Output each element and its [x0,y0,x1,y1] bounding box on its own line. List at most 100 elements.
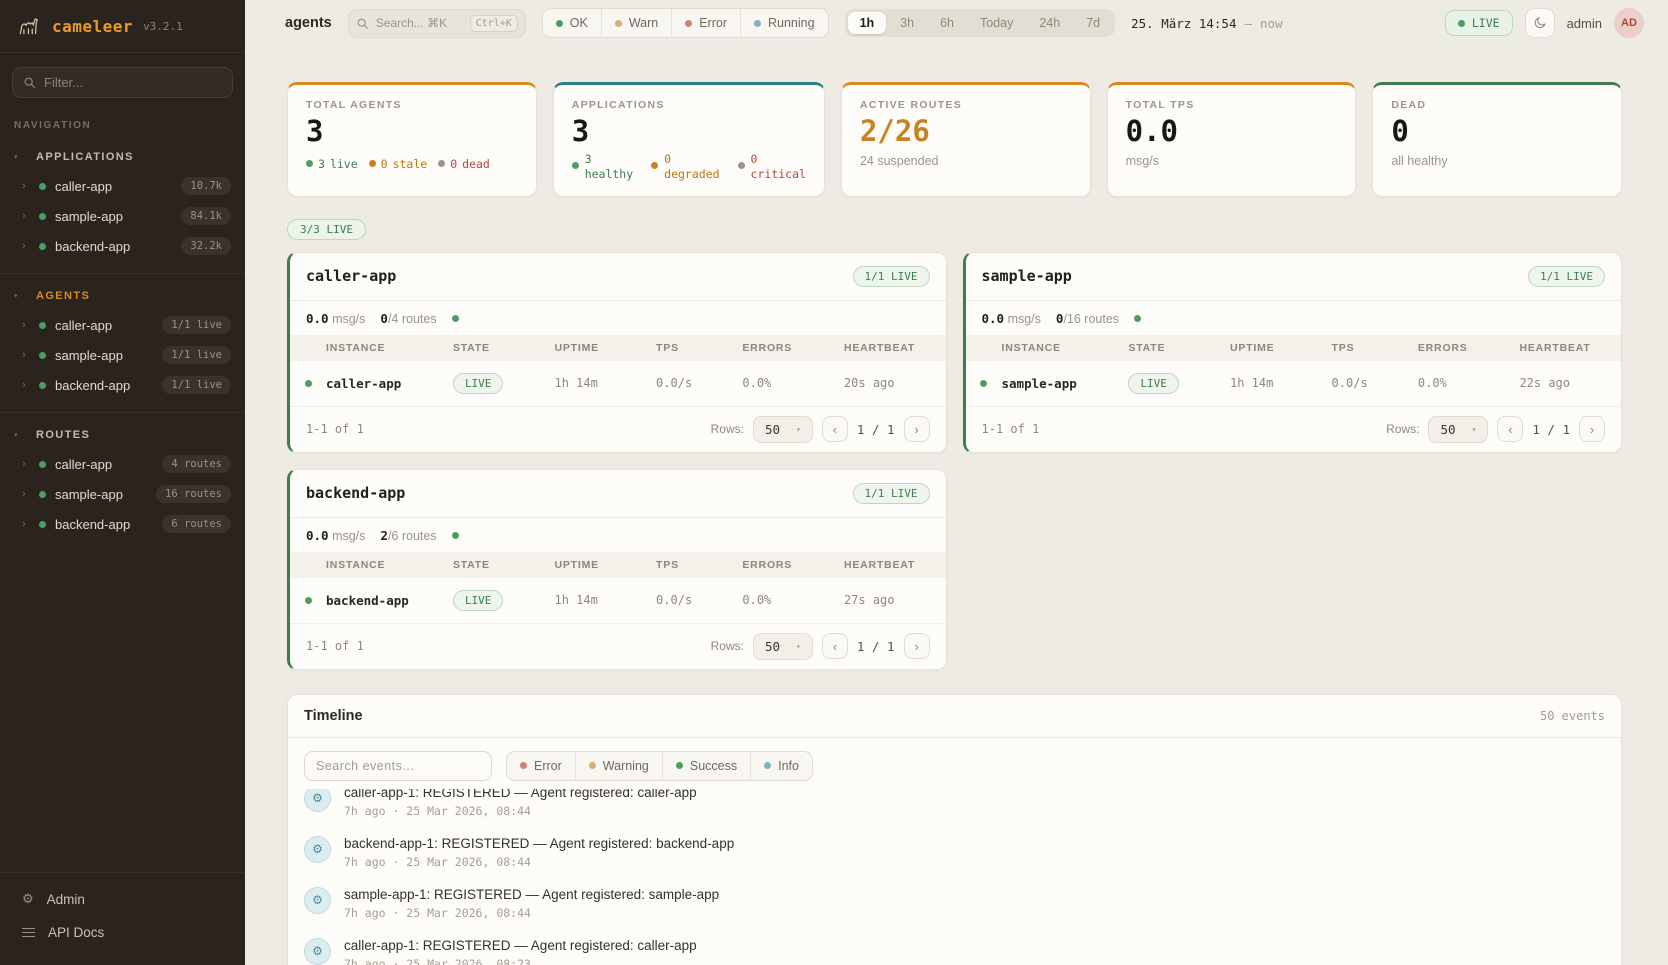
routes-active: 0 [380,311,388,326]
table-row[interactable]: backend-app LIVE 1h 14m 0.0/s 0.0% 27s a… [290,578,946,624]
app-stats-row: 0.0 msg/s 0/16 routes [966,301,1622,335]
timeline-event[interactable]: ⚙ backend-app-1: REGISTERED — Agent regi… [304,827,1605,878]
theme-toggle-button[interactable] [1525,8,1555,38]
global-search-input[interactable] [376,16,463,30]
section-header-agents[interactable]: ▾ AGENTS [0,284,245,310]
stat-cards-row: TOTAL AGENTS 3 3live 0stale 0dead APPLIC… [287,82,1622,197]
errors-value: 0.0% [1418,376,1520,390]
page-indicator: 1 / 1 [1532,422,1570,437]
filter-label: OK [570,16,588,30]
col-uptime: UPTIME [1230,342,1332,354]
routes-active: 2 [380,528,388,543]
rows-per-page-select[interactable]: 50▾ [1428,416,1488,443]
time-range-6h[interactable]: 6h [928,12,966,34]
table-row[interactable]: caller-app LIVE 1h 14m 0.0/s 0.0% 20s ag… [290,361,946,407]
sidebar-item-agents-backend-app[interactable]: › backend-app 1/1 live [0,370,245,400]
stat-label: APPLICATIONS [572,99,806,111]
timeline-search-input[interactable] [304,751,492,781]
status-filter-error[interactable]: Error [671,9,740,37]
breakdown-text: healthy [585,167,633,182]
sidebar-item-badge: 84.1k [181,207,231,225]
sidebar-filter-input[interactable] [44,75,222,90]
rows-value: 50 [765,422,780,437]
event-title: sample-app-1: REGISTERED — Agent registe… [344,887,719,902]
col-errors: ERRORS [742,342,844,354]
table-row[interactable]: sample-app LIVE 1h 14m 0.0/s 0.0% 22s ag… [966,361,1622,407]
sidebar-item-routes-sample-app[interactable]: › sample-app 16 routes [0,479,245,509]
timeline-filter-info[interactable]: Info [750,752,812,780]
sidebar-item-api-docs[interactable]: API Docs [0,916,245,949]
sidebar-filter[interactable] [12,67,233,98]
stat-card-active-routes: ACTIVE ROUTES 2/26 24 suspended [841,82,1091,197]
next-page-button[interactable]: › [904,633,930,659]
section-header-applications[interactable]: ▾ APPLICATIONS [0,145,245,171]
tps-unit: msg/s [1008,312,1041,326]
breakdown-value: 0 [381,157,388,171]
sidebar-item-applications-sample-app[interactable]: › sample-app 84.1k [0,201,245,231]
rows-per-page-select[interactable]: 50▾ [753,633,813,660]
col-uptime: UPTIME [555,559,657,571]
apps-grid: caller-app 1/1 LIVE 0.0 msg/s 0/4 routes… [287,252,1622,670]
prev-page-button[interactable]: ‹ [1497,416,1523,442]
next-page-button[interactable]: › [904,416,930,442]
prev-page-button[interactable]: ‹ [822,416,848,442]
live-dot [1458,20,1465,27]
time-range-today[interactable]: Today [968,12,1025,34]
status-filter-running[interactable]: Running [740,9,828,37]
app-live-badge: 1/1 LIVE [853,266,930,287]
stat-card-total-agents: TOTAL AGENTS 3 3live 0stale 0dead [287,82,537,197]
avatar[interactable]: AD [1614,8,1644,38]
main-area: agents Ctrl+K OK Warn E [245,0,1668,965]
next-page-button[interactable]: › [1579,416,1605,442]
timeline-event[interactable]: ⚙ sample-app-1: REGISTERED — Agent regis… [304,878,1605,929]
sidebar-item-applications-backend-app[interactable]: › backend-app 32.2k [0,231,245,261]
tps-value: 0.0 [306,528,329,543]
sidebar-item-applications-caller-app[interactable]: › caller-app 10.7k [0,171,245,201]
sidebar-item-badge: 1/1 live [162,316,231,334]
time-range-3h[interactable]: 3h [888,12,926,34]
app-card-header: backend-app 1/1 LIVE [290,470,946,518]
state-badge: LIVE [1128,373,1179,394]
sidebar-item-agents-sample-app[interactable]: › sample-app 1/1 live [0,340,245,370]
topbar-right: LIVE admin AD [1445,8,1644,38]
state-badge: LIVE [453,590,504,611]
errors-value: 0.0% [742,376,844,390]
sidebar-item-routes-backend-app[interactable]: › backend-app 6 routes [0,509,245,539]
timeline-event[interactable]: ⚙ caller-app-1: REGISTERED — Agent regis… [304,789,1605,827]
rows-value: 50 [1440,422,1455,437]
instance-name: caller-app [326,376,453,391]
table-footer: 1-1 of 1 Rows: 50▾ ‹ 1 / 1 › [290,407,946,452]
time-range-1h[interactable]: 1h [848,12,887,34]
status-filter-ok[interactable]: OK [543,9,601,37]
breakdown-value: 0 [751,152,806,167]
sidebar-item-admin[interactable]: ⚙ Admin [0,883,245,916]
global-search[interactable]: Ctrl+K [348,9,526,38]
sidebar-item-agents-caller-app[interactable]: › caller-app 1/1 live [0,310,245,340]
live-toggle[interactable]: LIVE [1445,10,1513,36]
timeline-filter-success[interactable]: Success [662,752,750,780]
sidebar-item-routes-caller-app[interactable]: › caller-app 4 routes [0,449,245,479]
routes-total: /16 routes [1063,312,1119,326]
filter-label: Warn [629,16,658,30]
sidebar-section-routes: ▾ ROUTES › caller-app 4 routes › sample-… [0,412,245,551]
time-range-7d[interactable]: 7d [1074,12,1112,34]
timeline-event[interactable]: ⚙ caller-app-1: REGISTERED — Agent regis… [304,929,1605,965]
timeline-filter-error[interactable]: Error [507,752,575,780]
page-title: agents [285,15,332,31]
timeline-filter-warning[interactable]: Warning [575,752,662,780]
event-title: caller-app-1: REGISTERED — Agent registe… [344,789,697,800]
routes-total: /6 routes [388,529,437,543]
stat-card-applications: APPLICATIONS 3 3healthy 0degraded 0criti… [553,82,825,197]
time-range-24h[interactable]: 24h [1027,12,1072,34]
sidebar-item-badge: 4 routes [162,455,231,473]
stat-label: ACTIVE ROUTES [860,99,1072,111]
breakdown-text: dead [462,157,490,171]
date-range-picker[interactable]: 25. März 14:54 — now [1131,16,1282,31]
rows-per-page-select[interactable]: 50▾ [753,416,813,443]
prev-page-button[interactable]: ‹ [822,633,848,659]
app-title: caller-app [306,267,396,285]
health-dot [452,315,459,322]
apps-live-badge: 3/3 LIVE [287,219,366,240]
section-header-routes[interactable]: ▾ ROUTES [0,423,245,449]
status-filter-warn[interactable]: Warn [601,9,671,37]
